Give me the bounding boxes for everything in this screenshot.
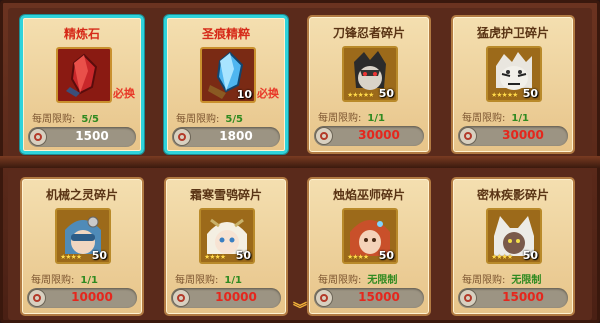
weekly-limit: 每周限购: 1/1: [318, 109, 385, 124]
coin-icon: [315, 127, 333, 145]
limit-label: 每周限购:: [32, 114, 76, 125]
shelf-divider: [0, 156, 600, 168]
shop-item-card-7[interactable]: 密林疾影碎片 ★★★★ 50 每周限购: 无限制 15000: [451, 177, 575, 316]
item-quantity: 50: [522, 87, 538, 100]
item-quantity: 10: [236, 88, 252, 101]
coin-icon: [173, 128, 191, 146]
weekly-limit: 每周限购: 无限制: [462, 271, 541, 286]
item-name: 猛虎护卫碎片: [476, 26, 549, 40]
price-button[interactable]: 1500: [28, 127, 136, 147]
flame-wizard-portrait: ★★★★ 50: [342, 208, 398, 264]
must-buy-badge: 必换: [257, 87, 279, 100]
price-value: 30000: [358, 128, 400, 142]
coin-icon: [172, 289, 190, 307]
weekly-limit: 每周限购: 1/1: [31, 271, 98, 286]
shop-item-card-0[interactable]: 精炼石 必换 每周限购: 5/5 1500: [20, 15, 144, 154]
limit-label: 每周限购:: [318, 275, 362, 286]
coin-icon: [459, 289, 477, 307]
item-quantity: 50: [522, 249, 538, 262]
must-buy-badge: 必换: [113, 87, 135, 100]
shop-item-card-4[interactable]: 机械之灵碎片 ★★★★ 50 每周限购: 1/1 10000: [20, 177, 144, 316]
star-rating: ★★★★: [347, 253, 369, 261]
frost-owl-portrait: ★★★★ 50: [199, 208, 255, 264]
limit-value: 无限制: [367, 275, 398, 286]
limit-label: 每周限购:: [462, 113, 506, 124]
item-name: 烛焰巫师碎片: [332, 188, 405, 202]
limit-value: 无限制: [511, 275, 542, 286]
star-rating: ★★★★★: [491, 91, 518, 99]
limit-value: 5/5: [225, 114, 243, 125]
item-name: 密林疾影碎片: [476, 188, 549, 202]
limit-value: 1/1: [367, 113, 385, 124]
item-quantity: 50: [91, 249, 107, 262]
shop-item-card-2[interactable]: 刀锋忍者碎片 ★★★★★ 50 每周限购: 1/1 30000: [307, 15, 431, 154]
weekly-limit: 每周限购: 1/1: [462, 109, 529, 124]
coin-icon: [459, 127, 477, 145]
price-value: 15000: [358, 290, 400, 304]
star-rating: ★★★★: [204, 253, 226, 261]
shop-item-card-5[interactable]: 霜寒雪鸮碎片 ★★★★ 50 每周限购: 1/1 10000: [164, 177, 288, 316]
item-quantity: 50: [378, 249, 394, 262]
price-button[interactable]: 30000: [458, 126, 568, 146]
weekly-limit: 每周限购: 无限制: [318, 271, 397, 286]
star-rating: ★★★★: [60, 253, 82, 261]
limit-label: 每周限购:: [176, 114, 220, 125]
weekly-limit: 每周限购: 5/5: [32, 110, 99, 125]
price-value: 10000: [215, 290, 257, 304]
item-quantity: 50: [378, 87, 394, 100]
item-name: 刀锋忍者碎片: [332, 26, 405, 40]
coin-icon: [28, 289, 46, 307]
item-name: 霜寒雪鸮碎片: [189, 188, 262, 202]
tiger-guard-portrait: ★★★★★ 50: [486, 46, 542, 102]
limit-value: 1/1: [80, 275, 98, 286]
price-button[interactable]: 30000: [314, 126, 424, 146]
price-button[interactable]: 15000: [458, 288, 568, 308]
price-value: 1500: [75, 129, 109, 143]
price-button[interactable]: 1800: [172, 127, 280, 147]
coin-icon: [315, 289, 333, 307]
mech-spirit-portrait: ★★★★ 50: [55, 208, 111, 264]
item-name: 精炼石: [63, 27, 100, 41]
limit-value: 1/1: [224, 275, 242, 286]
red-crystal-icon: [56, 47, 112, 103]
weekly-limit: 每周限购: 5/5: [176, 110, 243, 125]
shop-item-card-6[interactable]: 烛焰巫师碎片 ★★★★ 50 每周限购: 无限制 15000: [307, 177, 431, 316]
blue-crystal-icon: 10: [200, 47, 256, 103]
star-rating: ★★★★★: [347, 91, 374, 99]
shop-item-card-3[interactable]: 猛虎护卫碎片 ★★★★★ 50 每周限购: 1/1 30000: [451, 15, 575, 154]
price-value: 15000: [502, 290, 544, 304]
forest-shadow-portrait: ★★★★ 50: [486, 208, 542, 264]
limit-label: 每周限购:: [175, 275, 219, 286]
price-button[interactable]: 10000: [171, 288, 281, 308]
star-rating: ★★★★: [491, 253, 513, 261]
price-value: 1800: [219, 129, 253, 143]
limit-label: 每周限购:: [462, 275, 506, 286]
item-quantity: 50: [235, 249, 251, 262]
coin-icon: [29, 128, 47, 146]
limit-value: 1/1: [511, 113, 529, 124]
limit-value: 5/5: [81, 114, 99, 125]
weekly-limit: 每周限购: 1/1: [175, 271, 242, 286]
chevron-down-icon[interactable]: ︾: [288, 303, 312, 319]
shop-item-card-1[interactable]: 圣痕精粹 10 必换 每周限购: 5/5 1800: [164, 15, 288, 154]
limit-label: 每周限购:: [318, 113, 362, 124]
price-value: 30000: [502, 128, 544, 142]
item-name: 圣痕精粹: [201, 27, 250, 41]
item-name: 机械之灵碎片: [45, 188, 118, 202]
price-button[interactable]: 10000: [27, 288, 137, 308]
price-button[interactable]: 15000: [314, 288, 424, 308]
limit-label: 每周限购:: [31, 275, 75, 286]
price-value: 10000: [71, 290, 113, 304]
blade-ninja-portrait: ★★★★★ 50: [342, 46, 398, 102]
